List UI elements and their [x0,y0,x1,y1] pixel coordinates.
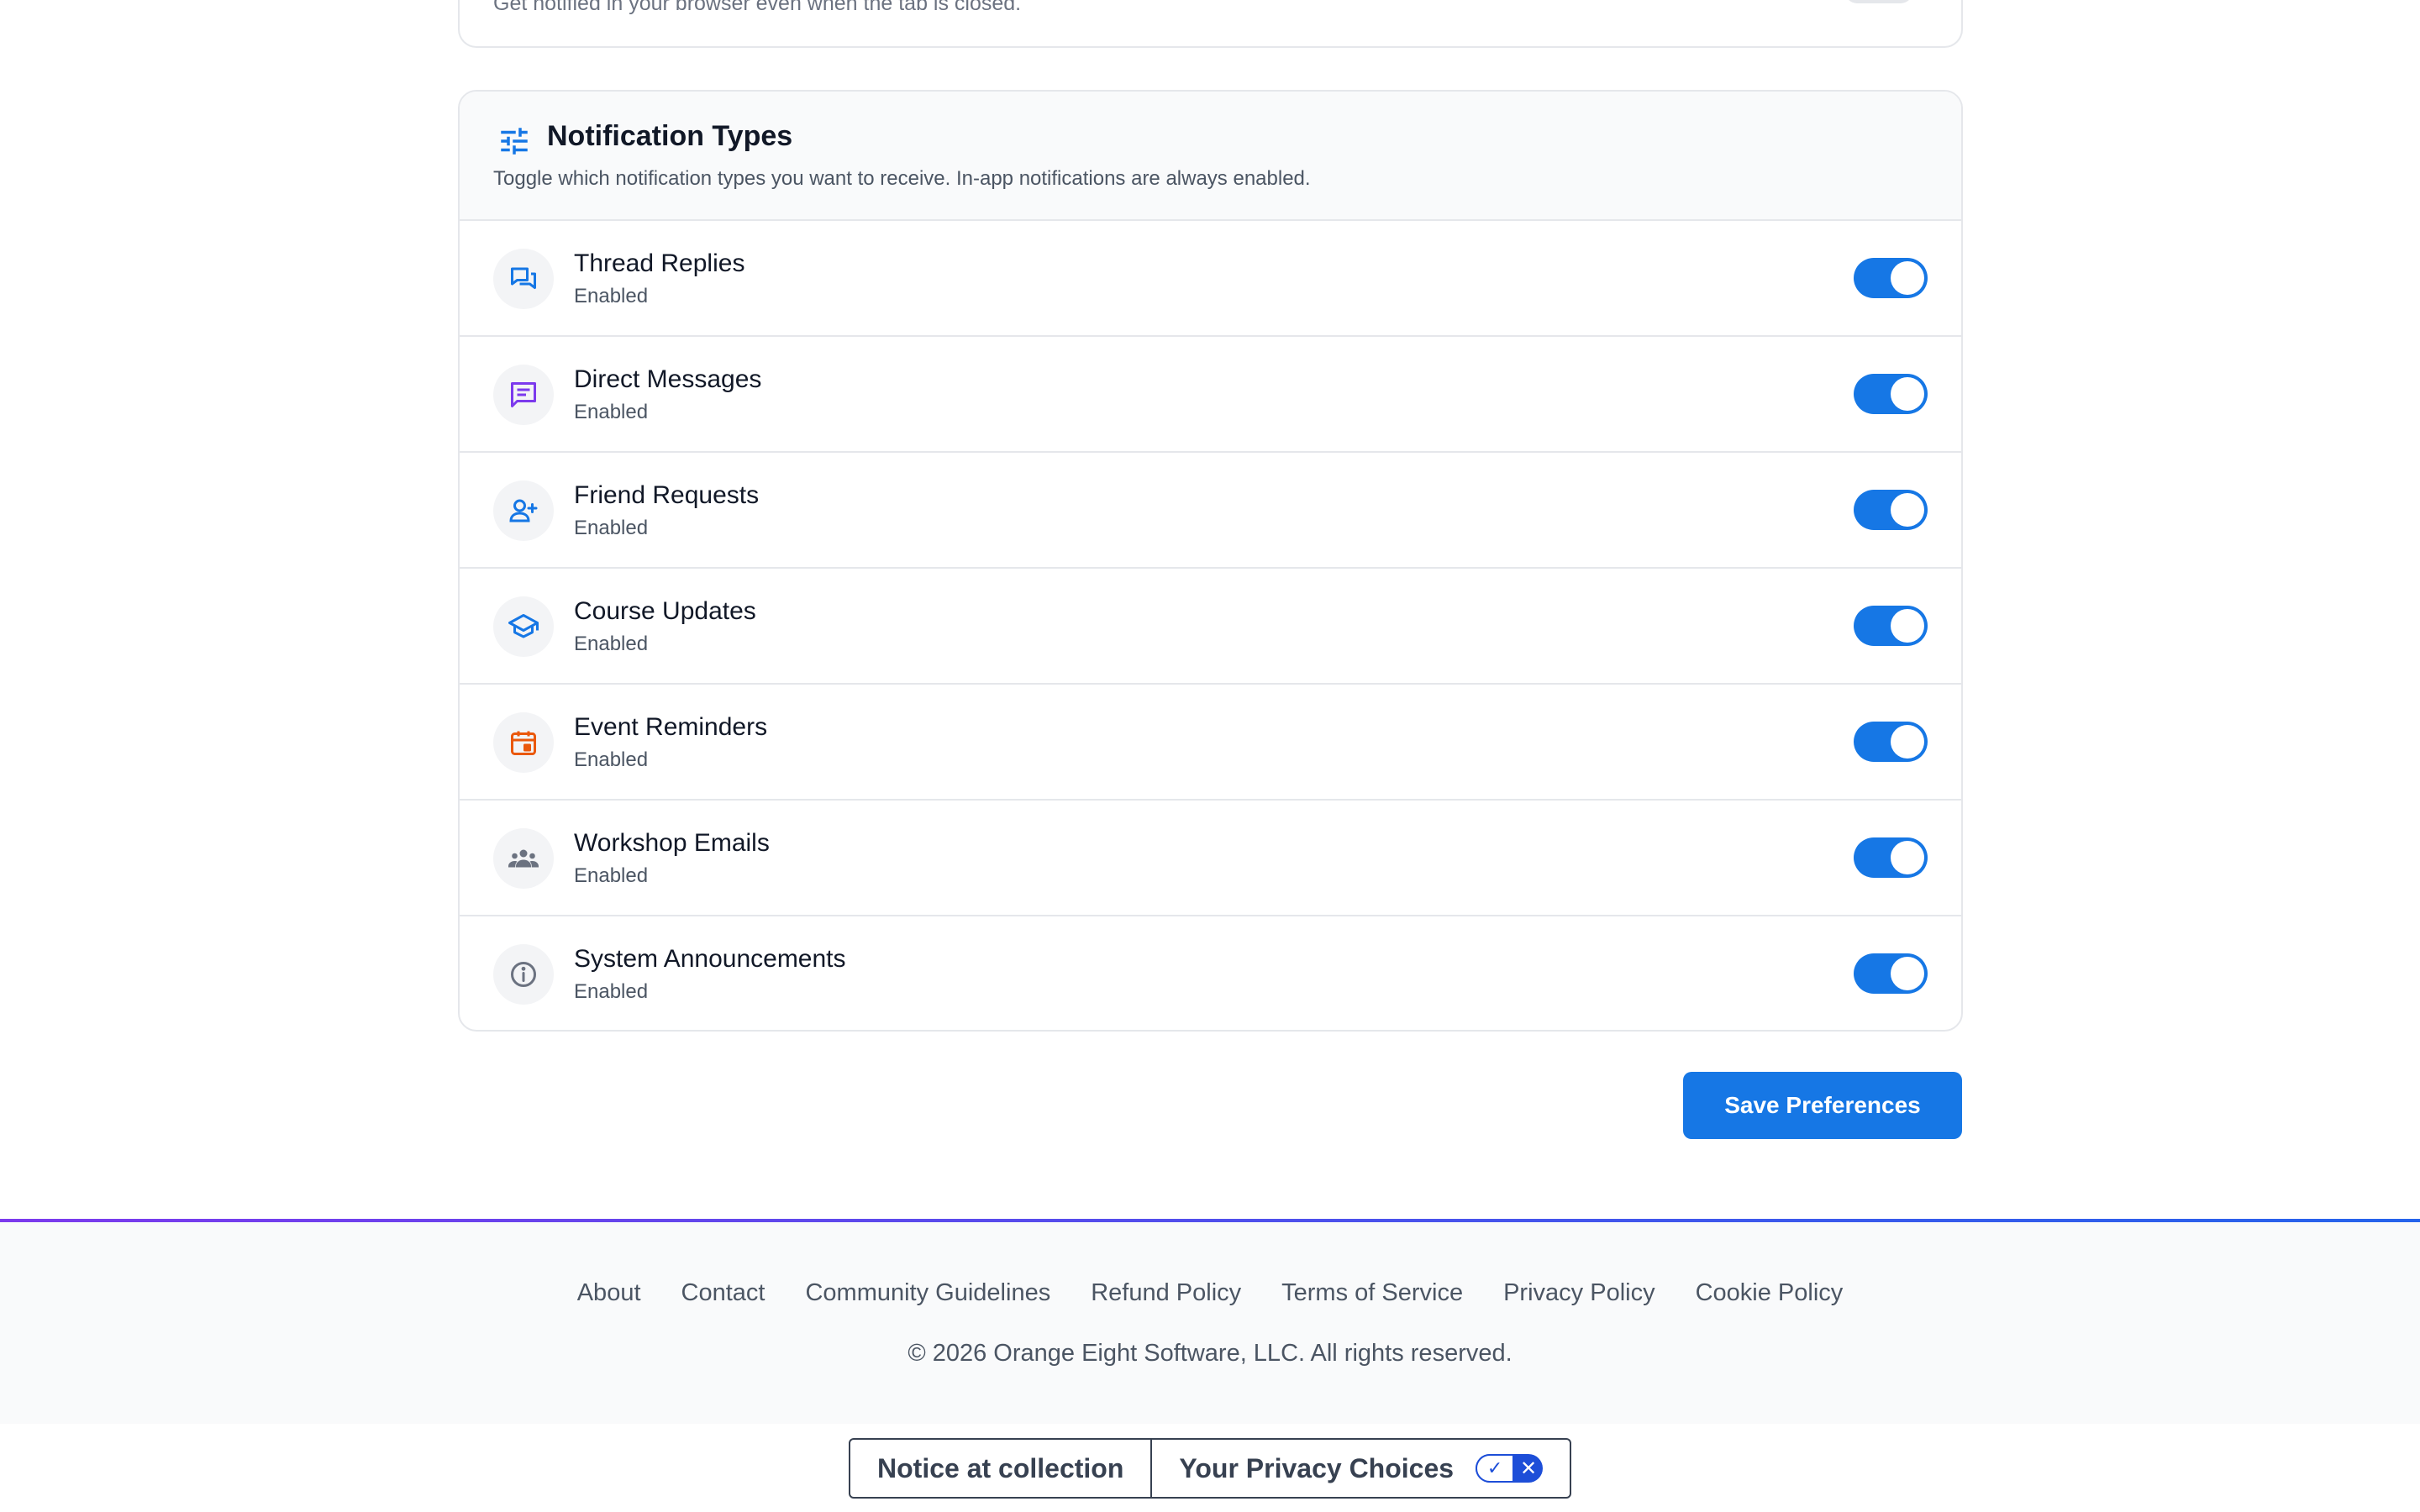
event-reminders-toggle[interactable] [1854,722,1928,762]
notification-row-friend-requests: Friend Requests Enabled [460,453,1961,569]
footer-links: About Contact Community Guidelines Refun… [0,1279,2420,1307]
privacy-choices-label: Your Privacy Choices [1179,1452,1455,1483]
thread-replies-toggle[interactable] [1854,258,1928,298]
calendar-icon [511,731,536,755]
icon-badge [493,596,554,657]
notification-status: Enabled [574,633,649,655]
footer-accent-line [0,1219,2420,1222]
info-icon [511,962,536,987]
icon-badge [493,365,554,425]
push-toggle[interactable] [1845,0,1912,3]
toggle-knob [1891,261,1924,295]
icon-badge [493,944,554,1005]
notification-status: Enabled [574,980,649,1003]
footer-link-about[interactable]: About [577,1279,641,1307]
push-notifications-card: Get notified in your browser even when t… [458,0,1963,48]
direct-messages-toggle[interactable] [1854,374,1928,414]
footer-link-privacy-policy[interactable]: Privacy Policy [1503,1279,1655,1307]
notification-row-event-reminders: Event Reminders Enabled [460,685,1961,801]
section-title: Notification Types [547,120,793,152]
check-icon: ✓ [1476,1454,1515,1483]
site-footer: About Contact Community Guidelines Refun… [0,1219,2420,1424]
toggle-knob [1891,493,1924,527]
section-subtitle: Toggle which notification types you want… [493,167,1311,190]
notice-at-collection-link[interactable]: Notice at collection [850,1440,1150,1497]
workshop-emails-toggle[interactable] [1854,837,1928,878]
privacy-choices-link[interactable]: Your Privacy Choices ✓ ✕ [1150,1440,1570,1497]
notification-status: Enabled [574,517,649,539]
notification-row-course-updates: Course Updates Enabled [460,569,1961,685]
groups-icon [508,849,539,868]
icon-badge [493,480,554,541]
notification-status: Enabled [574,285,649,307]
toggle-knob [1891,841,1924,874]
toggle-knob [1891,609,1924,643]
icon-badge [493,828,554,889]
notification-label: Workshop Emails [574,829,770,857]
notification-label: Course Updates [574,597,756,625]
notification-status: Enabled [574,748,649,771]
toggle-knob [1891,377,1924,411]
school-icon [508,614,539,638]
icon-badge [493,249,554,309]
person-add-icon [509,499,538,522]
notification-label: Event Reminders [574,713,768,741]
save-preferences-button[interactable]: Save Preferences [1683,1072,1962,1139]
notification-status: Enabled [574,401,649,423]
toggle-knob [1891,725,1924,759]
forum-icon [511,267,536,289]
icon-badge [493,712,554,773]
footer-link-community-guidelines[interactable]: Community Guidelines [805,1279,1050,1307]
notification-types-card: Notification Types Toggle which notifica… [458,90,1963,1032]
footer-link-cookie-policy[interactable]: Cookie Policy [1696,1279,1844,1307]
notification-label: Friend Requests [574,481,760,509]
course-updates-toggle[interactable] [1854,606,1928,646]
copyright: © 2026 Orange Eight Software, LLC. All r… [908,1340,1512,1367]
push-card-description: Get notified in your browser even when t… [493,0,1022,15]
privacy-bar: Notice at collection Your Privacy Choice… [849,1438,1572,1499]
close-icon: ✕ [1519,1457,1538,1480]
footer-link-refund-policy[interactable]: Refund Policy [1091,1279,1241,1307]
tune-icon [501,128,528,155]
system-announcements-toggle[interactable] [1854,953,1928,994]
notification-label: System Announcements [574,945,846,973]
notification-row-thread-replies: Thread Replies Enabled [460,221,1961,337]
card-header: Notification Types Toggle which notifica… [460,92,1961,221]
friend-requests-toggle[interactable] [1854,490,1928,530]
privacy-choices-icon: ✓ ✕ [1476,1454,1544,1483]
notification-row-direct-messages: Direct Messages Enabled [460,337,1961,453]
notification-row-workshop-emails: Workshop Emails Enabled [460,801,1961,916]
toggle-knob [1891,957,1924,990]
notification-label: Direct Messages [574,365,762,393]
notification-row-system-announcements: System Announcements Enabled [460,916,1961,1030]
notification-label: Thread Replies [574,249,745,277]
notification-status: Enabled [574,864,649,887]
footer-link-contact[interactable]: Contact [681,1279,765,1307]
chat-icon [511,382,536,407]
footer-link-terms-of-service[interactable]: Terms of Service [1281,1279,1463,1307]
